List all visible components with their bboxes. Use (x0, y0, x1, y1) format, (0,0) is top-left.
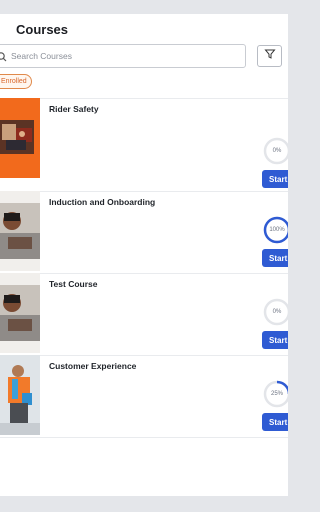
bottom-bar (0, 496, 288, 512)
progress-ring: 0% (262, 297, 288, 327)
course-title: Induction and Onboarding (49, 197, 156, 207)
course-row[interactable]: Customer Experience 25% Start (0, 355, 288, 435)
filter-button[interactable] (257, 45, 282, 67)
courses-panel: Courses Enrolled (0, 14, 288, 496)
course-row[interactable]: Rider Safety 0% Start (0, 98, 288, 188)
progress-percent: 0% (272, 148, 282, 154)
course-title: Test Course (49, 279, 98, 289)
progress-percent: 0% (272, 309, 282, 315)
course-title: Customer Experience (49, 361, 137, 371)
start-button[interactable]: Start (262, 249, 288, 267)
search-input[interactable] (11, 47, 237, 65)
page-title: Courses (16, 22, 69, 37)
start-button[interactable]: Start (262, 170, 288, 188)
start-button[interactable]: Start (262, 331, 288, 349)
progress-percent: 100% (269, 227, 285, 233)
progress-ring: 0% (262, 136, 288, 166)
filter-icon (263, 47, 276, 65)
divider (0, 437, 288, 438)
course-title: Rider Safety (49, 104, 99, 114)
progress-ring: 100% (262, 215, 288, 245)
search-icon (0, 49, 11, 63)
course-row[interactable]: Induction and Onboarding 100% Start (0, 191, 288, 271)
course-row[interactable]: Test Course 0% Start (0, 273, 288, 353)
progress-percent: 25% (270, 391, 283, 397)
course-thumbnail (0, 98, 40, 178)
search-box[interactable] (0, 44, 246, 68)
start-button[interactable]: Start (262, 413, 288, 431)
course-thumbnail (0, 355, 40, 435)
course-thumbnail (0, 191, 40, 271)
enrolled-filter-chip[interactable]: Enrolled (0, 74, 32, 89)
progress-ring: 25% (262, 379, 288, 409)
course-thumbnail (0, 273, 40, 353)
